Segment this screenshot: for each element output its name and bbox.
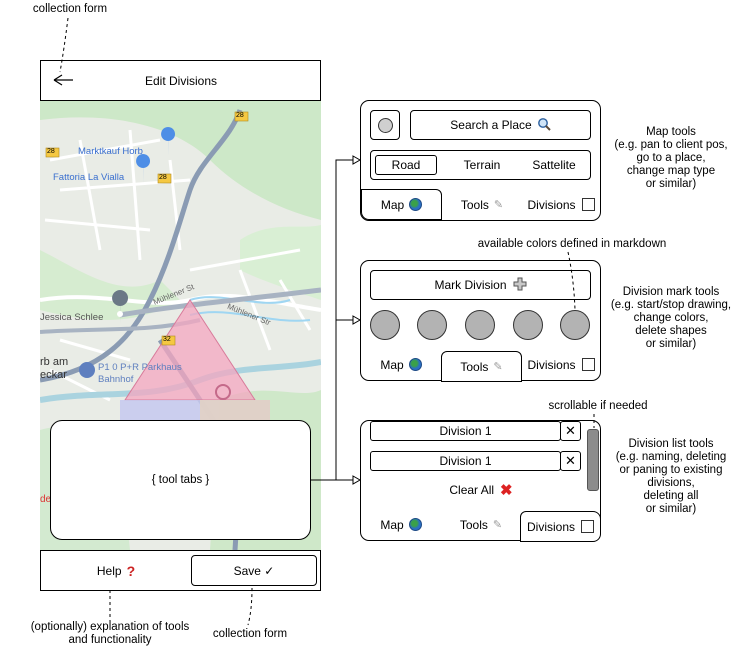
arrowhead-list: [352, 475, 362, 485]
connector-lines: [59, 17, 595, 626]
dashed-line-back: [59, 17, 69, 73]
arrowhead-map: [352, 155, 362, 165]
dashed-line-colors: [567, 251, 576, 311]
dashed-line-save: [247, 587, 253, 626]
arrowhead-mark: [352, 315, 362, 325]
